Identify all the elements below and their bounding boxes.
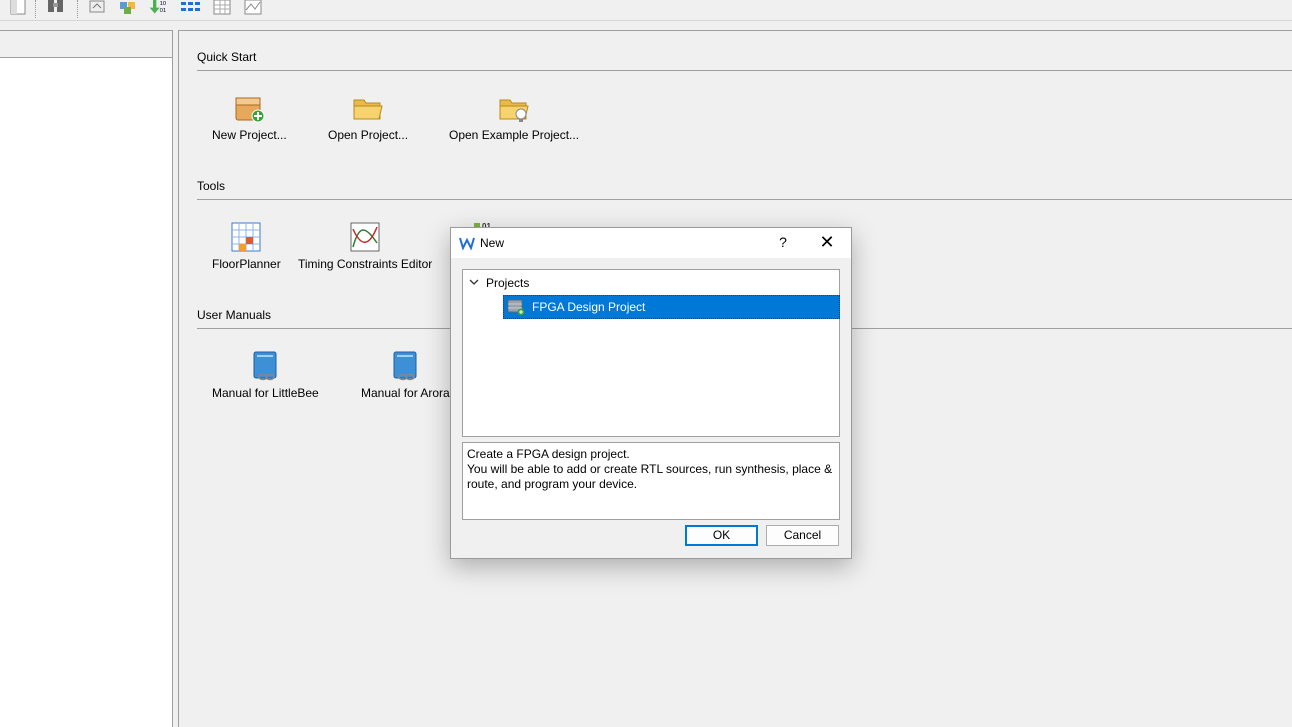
close-button[interactable]: ✕ [817, 233, 837, 252]
description-line-1: Create a FPGA design project. [467, 447, 630, 461]
tools-title: Tools [197, 179, 226, 193]
new-project-label: New Project... [212, 128, 287, 142]
example-folder-icon [499, 99, 529, 122]
section-divider [197, 199, 1292, 200]
open-folder-icon [353, 99, 383, 120]
fpga-project-icon [507, 299, 525, 316]
open-example-project-label: Open Example Project... [449, 128, 580, 142]
new-project-icon [235, 97, 265, 123]
list-icon[interactable] [180, 0, 204, 16]
timing-constraints-editor-label: Timing Constraints Editor [298, 257, 433, 271]
left-panel-header [0, 31, 172, 58]
grid-icon[interactable] [212, 0, 232, 16]
tree-item-fpga-design-project[interactable]: FPGA Design Project [503, 295, 840, 319]
timing-icon [350, 222, 380, 252]
open-project-tile[interactable]: Open Project... [328, 92, 408, 142]
gowin-logo-icon [459, 237, 475, 250]
toolbar-separator [77, 0, 79, 18]
ok-button[interactable]: OK [685, 525, 758, 546]
download-binary-icon[interactable]: 10 01 [148, 0, 168, 16]
new-dialog: New ? ✕ Projects FPGA Design Project Cre… [450, 227, 852, 559]
chart-icon[interactable] [243, 0, 263, 16]
manual-littlebee-tile[interactable]: Manual for LittleBee [212, 350, 319, 400]
manual-arora-tile[interactable]: Manual for Arora [361, 350, 451, 400]
open-example-project-tile[interactable]: Open Example Project... [449, 92, 579, 142]
manual-arora-label: Manual for Arora [361, 386, 450, 400]
user-manuals-title: User Manuals [197, 308, 272, 322]
toolbar-separator [35, 0, 37, 18]
manual-icon [393, 351, 417, 381]
description-line-2: You will be able to add or create RTL so… [467, 462, 833, 491]
find-icon[interactable] [46, 0, 66, 16]
dialog-titlebar: New ? ✕ [451, 228, 851, 258]
left-panel [0, 30, 173, 727]
tree-node-label: Projects [486, 276, 530, 290]
floorplanner-icon [231, 222, 261, 252]
manual-icon [253, 351, 277, 381]
new-file-icon[interactable] [8, 0, 28, 16]
manual-littlebee-label: Manual for LittleBee [212, 386, 319, 400]
description-box: Create a FPGA design project. You will b… [462, 442, 840, 520]
floorplanner-label: FloorPlanner [212, 257, 281, 271]
dialog-title: New [480, 236, 505, 250]
floorplanner-tile[interactable]: FloorPlanner [212, 221, 281, 271]
timing-constraints-editor-tile[interactable]: Timing Constraints Editor [298, 221, 432, 271]
open-project-label: Open Project... [328, 128, 409, 142]
cancel-button[interactable]: Cancel [766, 525, 839, 546]
svg-text:01: 01 [160, 8, 166, 14]
toolbar: 10 01 [0, 0, 1292, 21]
tree-item-label: FPGA Design Project [532, 300, 646, 314]
cube-icon[interactable] [118, 0, 138, 16]
process-icon[interactable] [88, 0, 108, 16]
help-button[interactable]: ? [773, 234, 793, 252]
new-project-tile[interactable]: New Project... [212, 92, 287, 142]
project-type-tree: Projects FPGA Design Project [462, 269, 840, 437]
quick-start-title: Quick Start [197, 50, 257, 64]
chevron-down-icon[interactable] [469, 277, 479, 287]
svg-text:10: 10 [160, 1, 167, 7]
section-divider [197, 70, 1292, 71]
